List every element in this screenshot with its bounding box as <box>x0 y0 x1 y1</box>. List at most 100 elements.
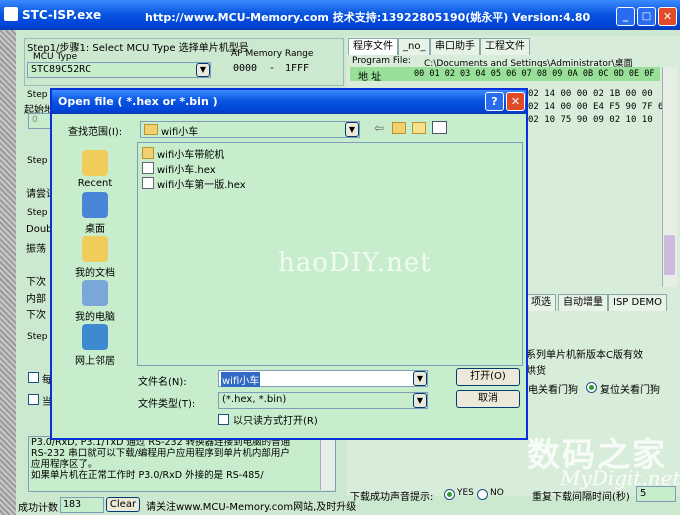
file-name: wifi小车第一版.hex <box>157 180 246 191</box>
chevron-down-icon[interactable]: ▼ <box>345 122 359 137</box>
tab-serial-assistant[interactable]: 串口助手 <box>430 38 480 55</box>
file-name: wifi小车带舵机 <box>157 150 225 161</box>
places-bar: Recent 桌面 我的文档 我的电脑 网上邻居 <box>60 142 130 372</box>
lookin-label: 查找范围(I): <box>68 127 123 138</box>
step4-title: Step <box>27 208 48 218</box>
step4-line5: 下次 <box>26 310 46 321</box>
address-columns: 00 01 02 03 04 05 06 07 08 09 0A 0B 0C 0… <box>414 69 655 79</box>
range-end: 1FFF <box>285 63 310 74</box>
tab-no[interactable]: _no_ <box>398 38 431 55</box>
range-dash: - <box>269 63 276 74</box>
lookin-value: wifi小车 <box>161 127 199 138</box>
chevron-down-icon[interactable]: ▼ <box>413 393 427 408</box>
readonly-checkbox[interactable] <box>218 414 229 425</box>
filetype-value: (*.hex, *.bin) <box>222 394 287 405</box>
open-button[interactable]: 打开(O) <box>456 368 520 386</box>
maximize-button[interactable]: □ <box>637 7 656 26</box>
log-scrollbar[interactable] <box>320 436 335 490</box>
options-text-1: 系列单片机新版本C版有效 <box>526 350 643 361</box>
dialog-title: Open file ( *.hex or *.bin ) <box>58 95 218 108</box>
hex-scrollbar[interactable] <box>662 67 677 287</box>
hex-header: 地 址 00 01 02 03 04 05 06 07 08 09 0A 0B … <box>350 67 660 83</box>
checkbox-1[interactable] <box>28 372 39 383</box>
range-start: 0000 <box>233 63 258 74</box>
dialog-close-button[interactable]: ✕ <box>506 92 525 111</box>
start-address-value: 0 <box>32 115 38 125</box>
file-icon <box>142 162 154 174</box>
sound-no-label: NO <box>490 488 504 498</box>
place-my-documents[interactable]: 我的文档 <box>60 236 130 279</box>
haodiy-watermark: haoDIY.net <box>278 248 432 278</box>
log-line-2: RS-232 串口就可以下载/编程用户应用程序到单片机内部用户 <box>31 448 290 459</box>
place-recent[interactable]: Recent <box>60 150 130 189</box>
mcu-type-value: STC89C52RC <box>31 64 92 75</box>
step4-line3: 下次 <box>26 277 46 288</box>
network-places-icon <box>82 324 108 350</box>
tab-auto-increment[interactable]: 自动增量 <box>558 294 608 311</box>
file-item[interactable]: wifi小车带舵机 <box>142 147 224 161</box>
success-count-value: 183 <box>63 499 82 510</box>
mcu-type-label: MCU Type <box>33 52 78 62</box>
tab-options[interactable]: 项选 <box>526 294 556 311</box>
open-file-dialog: Open file ( *.hex or *.bin ) ? ✕ 查找范围(I)… <box>50 88 528 440</box>
main-title-bar[interactable]: STC-ISP.exe http://www.MCU-Memory.com 技术… <box>0 0 680 30</box>
chevron-down-icon[interactable]: ▼ <box>196 63 210 77</box>
mcu-type-select[interactable]: STC89C52RC ▼ <box>27 62 211 78</box>
hex-scrollbar-thumb[interactable] <box>664 235 675 275</box>
filename-value: wifi小车 <box>221 372 261 387</box>
tab-program-file[interactable]: 程序文件 <box>348 38 398 55</box>
lookin-select[interactable]: wifi小车 ▼ <box>140 121 360 138</box>
folder-icon <box>142 147 154 159</box>
up-folder-icon[interactable] <box>392 122 406 134</box>
step4-line2: 振荡 <box>26 244 46 255</box>
sound-no-radio[interactable] <box>477 489 488 500</box>
place-network[interactable]: 网上邻居 <box>60 324 130 367</box>
place-label: 桌面 <box>85 224 105 235</box>
view-menu-icon[interactable] <box>432 121 447 134</box>
new-folder-icon[interactable] <box>412 122 426 134</box>
filename-label: 文件名(N): <box>138 377 187 388</box>
back-icon[interactable]: ⇦ <box>374 121 384 135</box>
help-button[interactable]: ? <box>485 92 504 111</box>
place-desktop[interactable]: 桌面 <box>60 192 130 235</box>
filetype-select[interactable]: (*.hex, *.bin) ▼ <box>218 392 428 409</box>
log-textarea[interactable]: P3.0/RxD, P3.1/TxD 通过 RS-232 转换器连接到电脑的普通… <box>28 436 336 492</box>
tab-isp-demo[interactable]: ISP DEMO <box>608 294 668 311</box>
left-decorative-strip <box>0 30 16 515</box>
minimize-button[interactable]: _ <box>616 7 635 26</box>
hex-row: 02 14 00 00 E4 F5 90 7F 64 <box>528 102 669 112</box>
radio-power-watchdog-label: 电关看门狗 <box>528 385 578 396</box>
readonly-label: 以只读方式打开(R) <box>233 416 318 427</box>
step1-group: Step1/步骤1: Select MCU Type 选择单片机型号 MCU T… <box>24 38 344 86</box>
start-address-input[interactable]: 0 <box>28 113 52 129</box>
filetype-label: 文件类型(T): <box>138 399 196 410</box>
step3-title: Step <box>27 156 48 166</box>
chevron-down-icon[interactable]: ▼ <box>413 371 427 386</box>
options-text-2: 烘货 <box>526 366 546 377</box>
close-button[interactable]: ✕ <box>658 7 677 26</box>
place-my-computer[interactable]: 我的电脑 <box>60 280 130 323</box>
place-label: Recent <box>77 178 113 189</box>
recent-folder-icon <box>82 150 108 176</box>
repeat-interval-label: 重复下载间隔时间(秒) <box>532 492 630 503</box>
folder-icon <box>144 124 158 135</box>
checkbox-2[interactable] <box>28 394 39 405</box>
log-line-3: 应用程序区了。 <box>31 459 98 470</box>
desktop-icon <box>82 192 108 218</box>
step4-line4: 内部 <box>26 294 46 305</box>
window-title-info: http://www.MCU-Memory.com 技术支持:139228051… <box>145 11 591 24</box>
hex-row: 02 14 00 00 02 1B 00 00 <box>528 89 653 99</box>
cancel-button[interactable]: 取消 <box>456 390 520 408</box>
address-header: 地 址 <box>358 72 382 83</box>
my-computer-icon <box>82 280 108 306</box>
tab-project-file[interactable]: 工程文件 <box>480 38 530 55</box>
file-item[interactable]: wifi小车第一版.hex <box>142 177 246 191</box>
filename-input[interactable]: wifi小车 ▼ <box>218 370 428 387</box>
dialog-title-bar[interactable]: Open file ( *.hex or *.bin ) ? ✕ <box>52 90 526 114</box>
radio-reset-watchdog[interactable] <box>586 382 597 393</box>
sound-yes-radio[interactable] <box>444 489 455 500</box>
file-item[interactable]: wifi小车.hex <box>142 162 216 176</box>
clear-button[interactable]: Clear <box>106 497 140 512</box>
file-name: wifi小车.hex <box>157 165 216 176</box>
hex-row: 02 10 75 90 09 02 10 10 <box>528 115 653 125</box>
